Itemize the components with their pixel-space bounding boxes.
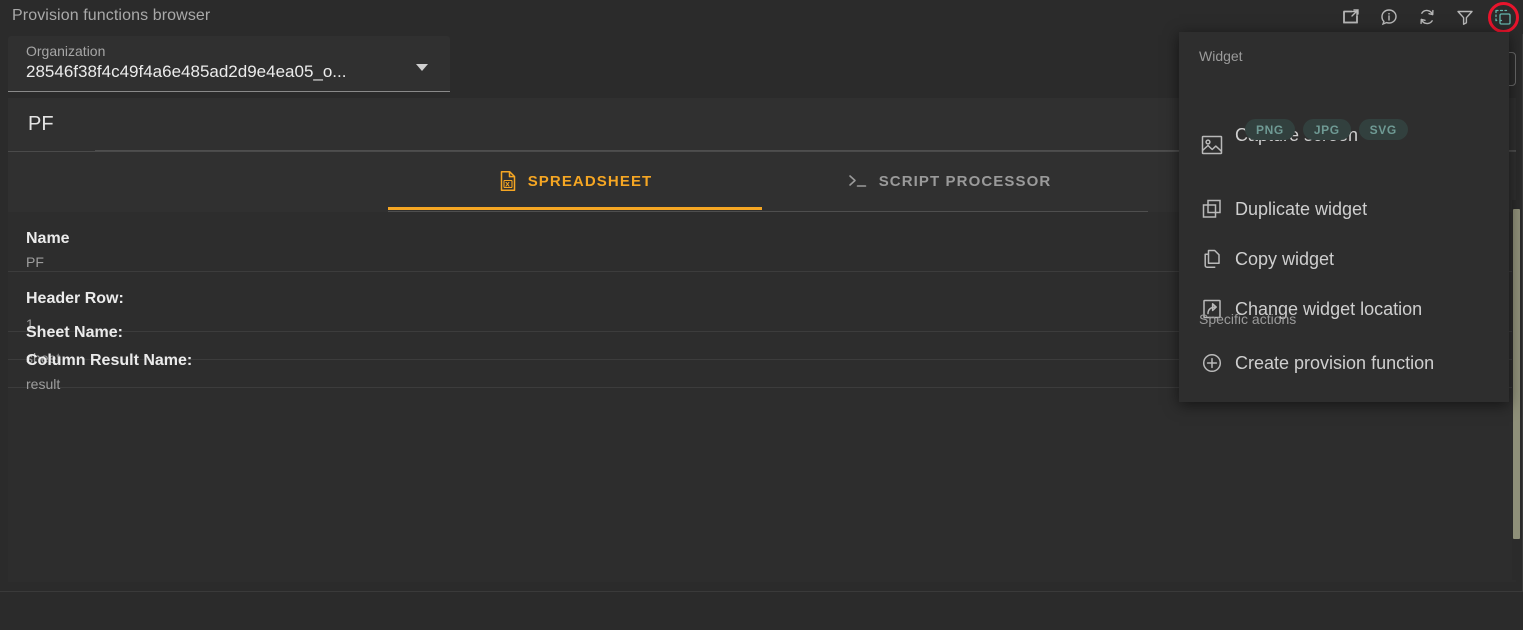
tab-spreadsheet[interactable]: x SPREADSHEET	[388, 152, 762, 210]
menu-item-label: Duplicate widget	[1235, 198, 1368, 219]
page-background-bottom	[0, 593, 1523, 630]
field-value: PF	[26, 254, 44, 270]
menu-item-label: Copy widget	[1235, 248, 1335, 269]
refresh-icon[interactable]	[1415, 5, 1439, 29]
menu-item-label: Create provision function	[1235, 352, 1435, 373]
chip-png[interactable]: PNG	[1245, 119, 1295, 140]
tab-script-processor[interactable]: SCRIPT PROCESSOR	[762, 152, 1136, 210]
chip-jpg[interactable]: JPG	[1302, 119, 1351, 140]
chip-svg[interactable]: SVG	[1358, 119, 1408, 140]
widget-menu-icon[interactable]	[1487, 1, 1519, 33]
spreadsheet-file-icon: x	[498, 170, 518, 192]
scrollbar-thumb[interactable]	[1513, 209, 1520, 539]
page-title: Provision functions browser	[12, 7, 211, 24]
menu-item-duplicate-widget[interactable]: Duplicate widget	[1179, 187, 1509, 231]
field-label: Name	[26, 230, 70, 247]
widget-context-menu: Widget Capture screen Duplicate widget C…	[1179, 32, 1509, 402]
terminal-prompt-icon	[847, 172, 869, 190]
organization-value: 28546f38f4c49f4a6e485ad2d9e4ea05_o...	[26, 62, 347, 81]
duplicate-icon	[1179, 196, 1235, 222]
field-label: Column Result Name:	[26, 352, 193, 369]
vertical-scrollbar[interactable]	[1512, 200, 1521, 580]
menu-section-specific-actions-title: Specific actions	[1199, 311, 1297, 327]
widget-titlebar: Provision functions browser	[0, 0, 1523, 34]
widget-toolbar	[1339, 1, 1519, 33]
open-external-icon[interactable]	[1339, 5, 1363, 29]
menu-item-copy-widget[interactable]: Copy widget	[1179, 237, 1509, 281]
field-value: result	[26, 376, 61, 392]
copy-icon	[1179, 246, 1235, 272]
tab-active-indicator	[388, 207, 762, 210]
entity-title: PF	[28, 113, 54, 135]
chevron-down-icon[interactable]	[416, 64, 428, 71]
organization-label: Organization	[26, 43, 106, 59]
tab-spreadsheet-label: SPREADSHEET	[527, 172, 653, 190]
app-root: Provision functions browser Organization…	[0, 0, 1523, 630]
filter-icon[interactable]	[1453, 5, 1477, 29]
menu-section-widget-title: Widget	[1199, 48, 1243, 64]
info-icon[interactable]	[1377, 5, 1401, 29]
organization-select[interactable]: Organization 28546f38f4c49f4a6e485ad2d9e…	[8, 36, 450, 92]
tab-script-processor-label: SCRIPT PROCESSOR	[878, 172, 1052, 190]
menu-item-create-provision-function[interactable]: Create provision function	[1179, 341, 1509, 385]
field-label: Sheet Name:	[26, 324, 123, 341]
capture-format-chips: PNG JPG SVG	[1245, 119, 1408, 140]
image-icon	[1179, 132, 1235, 158]
plus-circle-icon	[1179, 350, 1235, 376]
field-label: Header Row:	[26, 290, 124, 307]
tab-strip: x SPREADSHEET SCRIPT PROCESSOR	[388, 152, 1136, 210]
